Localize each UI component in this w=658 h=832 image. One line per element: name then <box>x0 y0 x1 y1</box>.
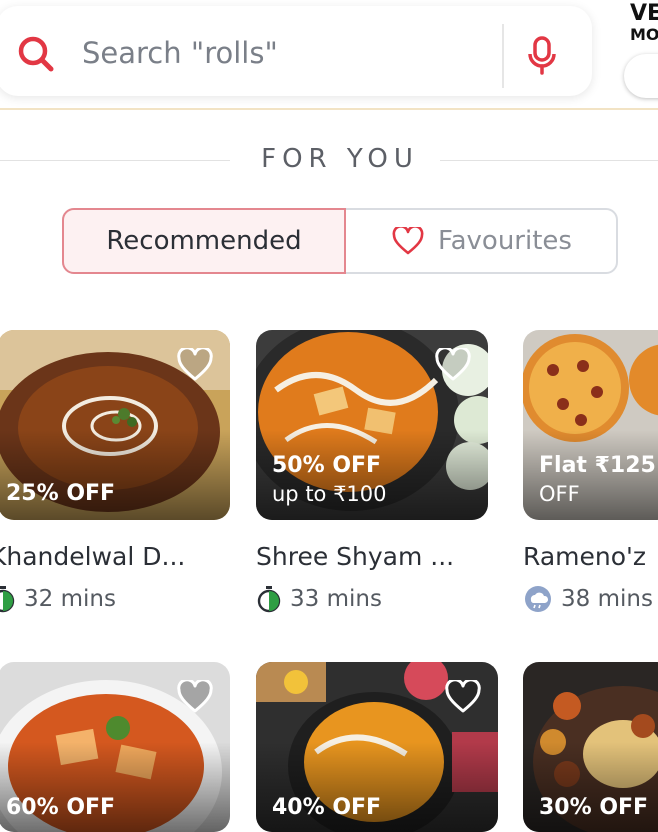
restaurant-card[interactable]: 50% OFF up to ₹100 Shree Shyam ... 33 min… <box>256 330 488 613</box>
restaurant-card[interactable]: 40% OFF <box>256 662 498 832</box>
search-bar[interactable]: Search "rolls" <box>0 6 592 96</box>
stopwatch-icon <box>0 586 15 613</box>
search-icon <box>18 36 54 72</box>
offer-badge: 25% OFF <box>6 481 116 506</box>
favourite-heart-icon[interactable] <box>434 348 472 382</box>
section-divider-left <box>0 160 230 161</box>
restaurant-name: Khandelwal D... <box>0 542 186 571</box>
restaurant-image: 50% OFF up to ₹100 <box>256 330 488 520</box>
delivery-time: 38 mins <box>523 585 658 613</box>
tab-favourites[interactable]: Favourites <box>346 208 618 274</box>
restaurant-name: Rameno'z <box>523 542 647 571</box>
restaurant-card[interactable]: 60% OFF <box>0 662 230 832</box>
tab-recommended-label: Recommended <box>106 226 302 256</box>
tab-recommended[interactable]: Recommended <box>62 208 346 274</box>
favourite-heart-icon[interactable] <box>444 680 482 714</box>
restaurant-card[interactable]: 30% OFF <box>523 662 658 832</box>
restaurant-image: Flat ₹125 OFF <box>523 330 658 520</box>
offer-badge: Flat ₹125 OFF <box>539 453 656 506</box>
microphone-icon[interactable] <box>526 36 558 76</box>
restaurant-image: 40% OFF <box>256 662 498 832</box>
offer-badge: 30% OFF <box>539 795 649 820</box>
offer-badge: 60% OFF <box>6 795 116 820</box>
delivery-time: 33 mins <box>256 585 488 613</box>
stopwatch-icon <box>257 586 281 613</box>
section-divider-right <box>440 160 658 161</box>
restaurant-name: Shree Shyam ... <box>256 542 455 571</box>
section-title: FOR YOU <box>261 144 419 174</box>
favourite-heart-icon[interactable] <box>176 348 214 382</box>
heart-icon <box>392 227 424 255</box>
offer-badge: 40% OFF <box>272 795 382 820</box>
header-divider <box>0 108 658 110</box>
favourite-heart-icon[interactable] <box>176 680 214 714</box>
offer-badge: 50% OFF up to ₹100 <box>272 453 387 506</box>
search-divider <box>502 24 504 88</box>
restaurant-image: 30% OFF <box>523 662 658 832</box>
restaurant-image: 60% OFF <box>0 662 230 832</box>
restaurant-image: 25% OFF <box>0 330 230 520</box>
search-input[interactable]: Search "rolls" <box>82 36 278 70</box>
veg-mode-toggle[interactable] <box>624 54 658 98</box>
tab-favourites-label: Favourites <box>438 226 572 256</box>
rain-cloud-icon <box>525 586 551 612</box>
restaurant-card[interactable]: Flat ₹125 OFF Rameno'z 38 mins <box>523 330 658 613</box>
restaurant-card[interactable]: 25% OFF Khandelwal D... 32 mins <box>0 330 230 613</box>
veg-mode-label: VE MO <box>630 1 658 44</box>
delivery-time: 32 mins <box>0 585 230 613</box>
